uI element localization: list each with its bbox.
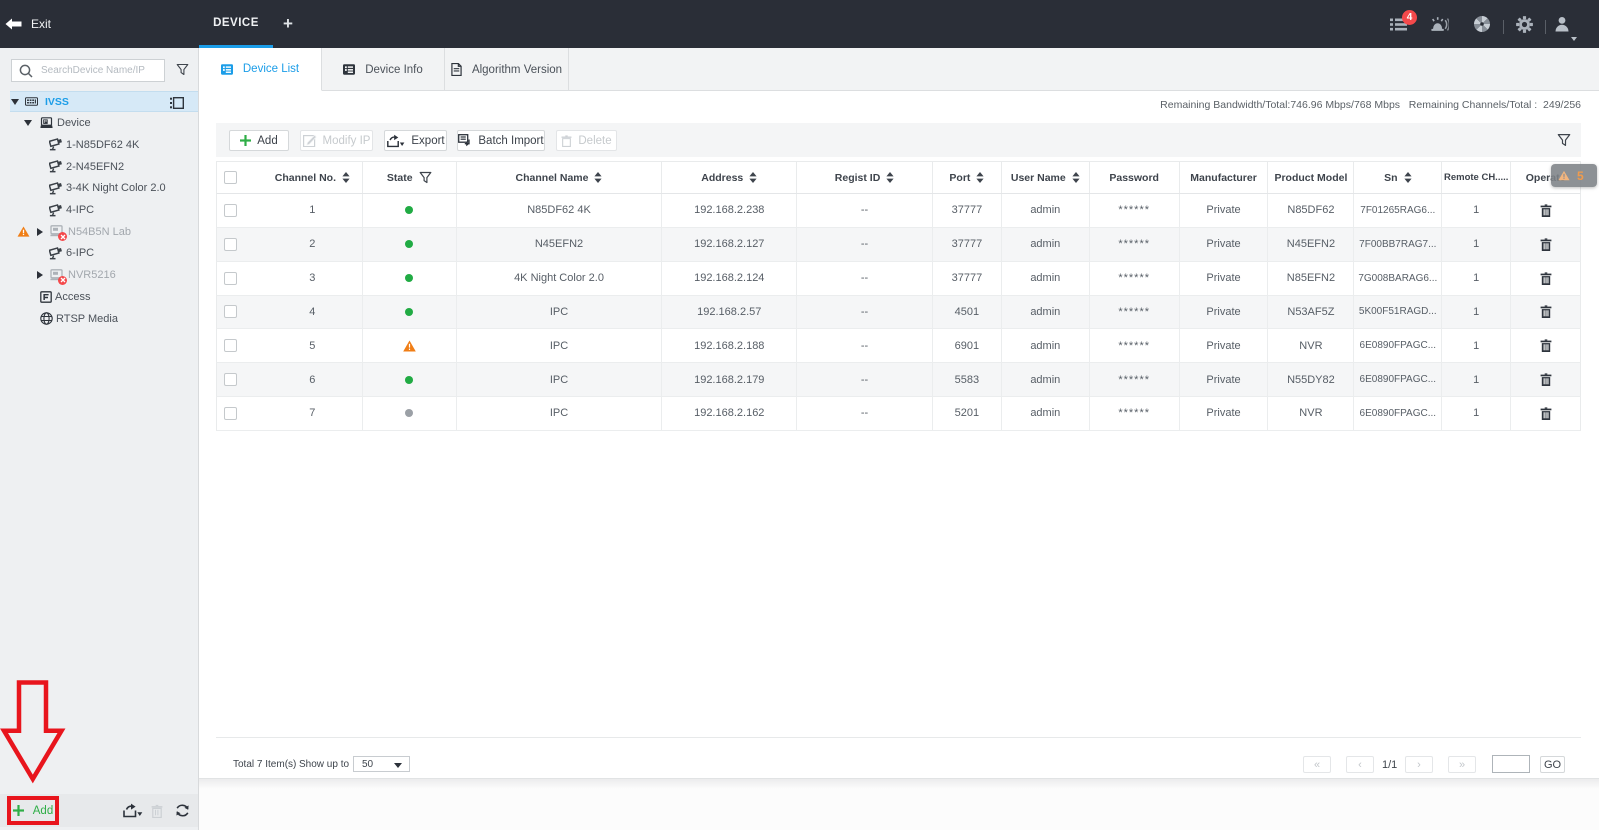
svg-text:P: P xyxy=(44,119,47,124)
